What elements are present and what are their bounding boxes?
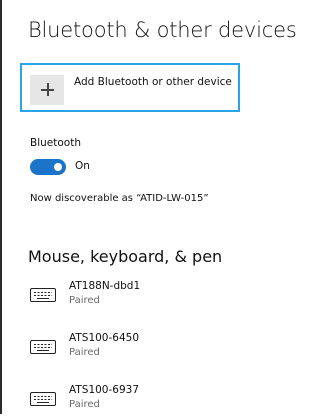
keyboard-icon xyxy=(30,288,56,302)
section-title: Mouse, keyboard, & pen xyxy=(28,247,223,266)
toggle-knob xyxy=(54,163,62,171)
add-device-button[interactable]: Add Bluetooth or other device xyxy=(20,63,240,112)
bluetooth-label: Bluetooth xyxy=(30,137,81,149)
device-status: Paired xyxy=(69,399,100,410)
device-item[interactable]: ATS100-6937 Paired xyxy=(30,384,300,416)
discoverable-text: Now discoverable as “ATID-LW-015” xyxy=(30,193,209,204)
page-title: Bluetooth & other devices xyxy=(28,18,297,42)
bluetooth-toggle-state: On xyxy=(75,160,90,172)
plus-icon xyxy=(30,75,64,105)
keyboard-icon xyxy=(30,340,56,354)
device-item[interactable]: ATS100-6450 Paired xyxy=(30,332,300,364)
device-status: Paired xyxy=(69,347,100,358)
device-status: Paired xyxy=(69,295,100,306)
keyboard-icon xyxy=(30,392,56,406)
bluetooth-toggle[interactable] xyxy=(30,159,66,175)
device-name: ATS100-6450 xyxy=(69,332,139,344)
add-device-label: Add Bluetooth or other device xyxy=(74,76,232,88)
device-name: ATS100-6937 xyxy=(69,384,139,396)
device-item[interactable]: AT188N-dbd1 Paired xyxy=(30,280,300,312)
device-name: AT188N-dbd1 xyxy=(69,280,141,292)
